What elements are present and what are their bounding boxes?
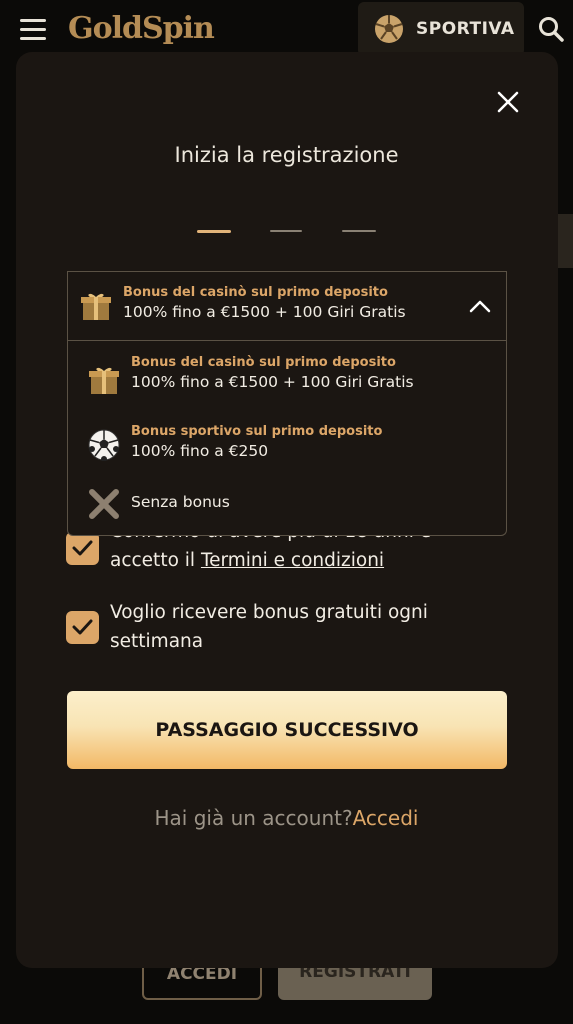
gift-icon [81, 293, 111, 320]
bonus-option-casino[interactable]: Bonus del casinò sul primo deposito 100%… [68, 347, 506, 407]
sports-button[interactable]: SPORTIVA [358, 2, 524, 56]
close-icon[interactable] [497, 91, 519, 113]
newsletter-text: Voglio ricevere bonus gratuiti ogni sett… [110, 598, 428, 656]
step-indicator-2 [270, 230, 302, 232]
terms-link[interactable]: Termini e condizioni [201, 550, 384, 571]
bonus-select[interactable]: Bonus del casinò sul primo deposito 100%… [67, 271, 507, 341]
bonus-option-sport[interactable]: Bonus sportivo sul primo deposito 100% f… [68, 416, 506, 476]
checkmark-icon [72, 540, 93, 556]
option-value: Senza bonus [131, 493, 230, 511]
bonus-dropdown-list: Bonus del casinò sul primo deposito 100%… [67, 341, 507, 536]
search-icon[interactable] [538, 16, 564, 42]
newsletter-line-2: settimana [110, 631, 204, 652]
select-value: 100% fino a €1500 + 100 Giri Gratis [123, 303, 406, 321]
terms-checkbox[interactable] [66, 532, 99, 565]
login-link[interactable]: Accedi [353, 806, 419, 830]
chevron-up-icon[interactable] [469, 299, 491, 313]
modal-title: Inizia la registrazione [174, 143, 399, 167]
option-category: Bonus sportivo sul primo deposito [131, 424, 383, 439]
soccer-ball-icon [88, 429, 120, 461]
cross-icon [89, 489, 119, 519]
login-question: Hai già un account? [154, 806, 353, 830]
next-step-button[interactable]: PASSAGGIO SUCCESSIVO [67, 691, 507, 769]
menu-icon[interactable] [20, 19, 46, 41]
top-bar: GoldSpin SPORTIVA [0, 0, 573, 60]
logo[interactable]: GoldSpin [68, 11, 215, 46]
soccer-ball-icon [375, 15, 403, 43]
newsletter-checkbox[interactable] [66, 611, 99, 644]
option-value: 100% fino a €250 [131, 442, 269, 460]
newsletter-line-1: Voglio ricevere bonus gratuiti ogni [110, 602, 428, 623]
login-prompt: Hai già un account?Accedi [0, 806, 573, 830]
option-value: 100% fino a €1500 + 100 Giri Gratis [131, 373, 414, 391]
select-category-label: Bonus del casinò sul primo deposito [123, 285, 388, 300]
bonus-option-none[interactable]: Senza bonus [68, 475, 506, 535]
gift-icon [89, 367, 119, 394]
step-indicator-3 [342, 230, 376, 232]
terms-prefix: accetto il [110, 550, 201, 571]
step-indicator-1-active [197, 230, 231, 233]
checkmark-icon [72, 619, 93, 635]
option-category: Bonus del casinò sul primo deposito [131, 355, 396, 370]
sports-button-label: SPORTIVA [416, 19, 515, 39]
